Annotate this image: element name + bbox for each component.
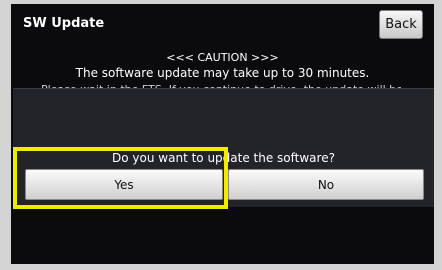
back-button[interactable]: Back: [379, 10, 423, 39]
no-button[interactable]: No: [228, 169, 424, 200]
caution-heading: <<< CAUTION >>>: [166, 51, 279, 64]
caution-text: The software update may take up to 30 mi…: [75, 66, 370, 80]
page-title: SW Update: [23, 16, 105, 31]
highlight-box: [13, 147, 228, 209]
device-frame: SW Update Back <<< CAUTION >>> The softw…: [0, 0, 442, 270]
display-screen: SW Update Back <<< CAUTION >>> The softw…: [11, 4, 434, 264]
